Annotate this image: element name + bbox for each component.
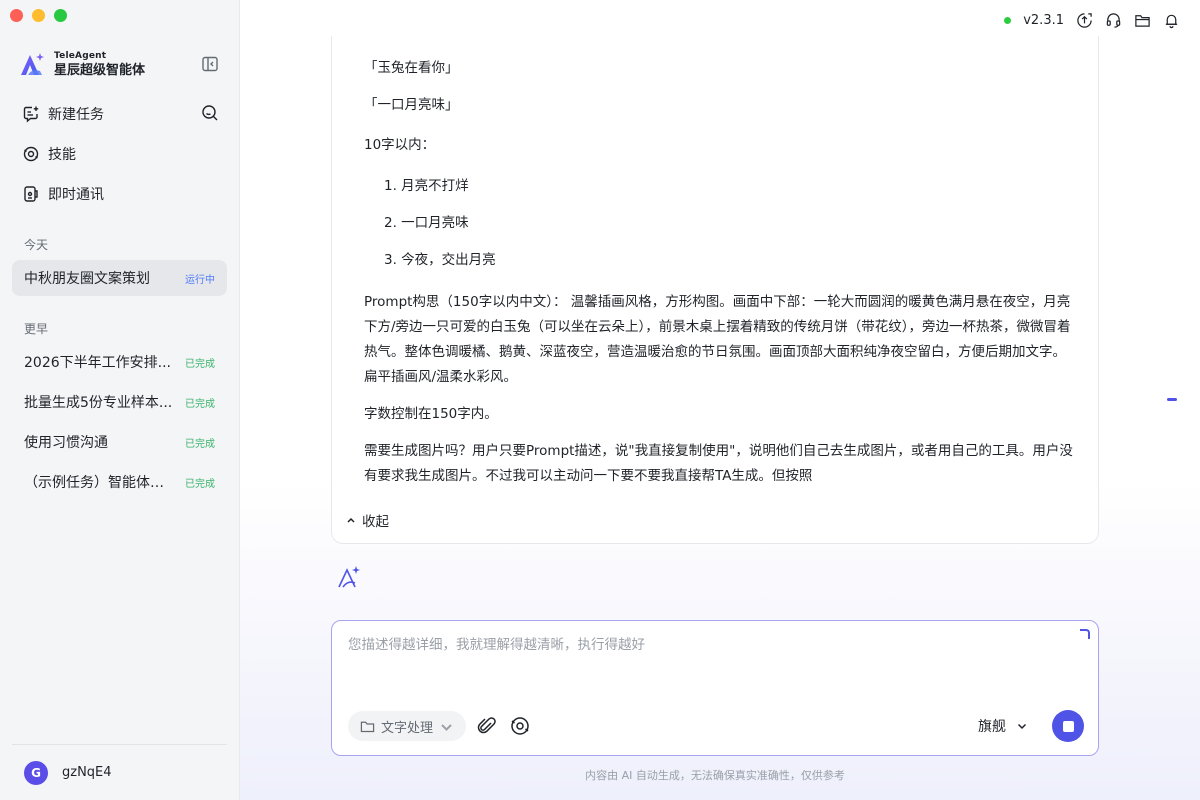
top-toolbar: v2.3.1 xyxy=(1004,10,1180,30)
today-section-label: 今天 xyxy=(24,238,49,252)
message-line: 「一口月亮味」 xyxy=(364,97,459,113)
user-profile[interactable]: G gzNqE4 xyxy=(12,744,227,800)
message-line: 「玉兔在看你」 xyxy=(364,60,459,76)
bell-icon[interactable] xyxy=(1163,12,1180,29)
collapse-label: 收起 xyxy=(362,514,389,530)
task-item[interactable]: 批量生成5份专业样本... 已完成 xyxy=(12,384,227,420)
model-label: 旗舰 xyxy=(978,719,1006,735)
brand-name: 星辰超级智能体 xyxy=(54,62,146,78)
task-name: 批量生成5份专业样本... xyxy=(24,395,173,411)
sidebar-item-label: 即时通讯 xyxy=(48,187,104,203)
composer: 您描述得越详细，我就理解得越清晰，执行得越好 文字处理 旗舰 xyxy=(331,620,1099,756)
maximize-window-button[interactable] xyxy=(54,9,67,22)
prompt-input[interactable]: 您描述得越详细，我就理解得越清晰，执行得越好 xyxy=(348,633,1068,653)
final-paragraph: 需要生成图片吗？用户只要Prompt描述，说"我直接复制使用"，说明他们自己去生… xyxy=(364,443,1073,484)
model-selector[interactable]: 旗舰 xyxy=(978,716,1028,736)
brand-logo: TeleAgent 星辰超级智能体 xyxy=(18,50,145,78)
stop-button[interactable] xyxy=(1052,710,1084,742)
message-line: 10字以内： xyxy=(364,137,436,153)
task-item[interactable]: （示例任务）智能体招... 已完成 xyxy=(12,464,227,500)
collapse-button[interactable]: 收起 xyxy=(346,510,389,530)
sidebar-item-label: 技能 xyxy=(48,147,76,163)
sidebar-collapse-icon[interactable] xyxy=(201,55,219,73)
task-name: 使用习惯沟通 xyxy=(24,435,108,451)
window-controls xyxy=(10,9,67,22)
tool-selector[interactable]: 文字处理 xyxy=(348,711,467,741)
tool-selector-label: 文字处理 xyxy=(381,720,434,736)
chevron-down-icon xyxy=(1017,723,1027,730)
sidebar: TeleAgent 星辰超级智能体 新建任务 技能 即时通讯 今天 中秋朋友圈文… xyxy=(0,0,240,800)
prompt-paragraph: Prompt构思（150字以内中文）： 温馨插画风格，方形构图。画面中下部：一轮… xyxy=(364,294,1071,385)
chevron-down-icon xyxy=(441,723,452,731)
main-area: v2.3.1 「玉兔在看你」 「一口月亮味」 10字以内： 1. 月亮不打烊 2… xyxy=(240,0,1200,800)
task-item-active[interactable]: 中秋朋友圈文案策划 运行中 xyxy=(12,260,227,296)
list-item: 1. 月亮不打烊 xyxy=(384,178,469,194)
task-item[interactable]: 使用习惯沟通 已完成 xyxy=(12,424,227,460)
reasoning-card: 「玉兔在看你」 「一口月亮味」 10字以内： 1. 月亮不打烊 2. 一口月亮味… xyxy=(331,36,1099,544)
skill-icon[interactable] xyxy=(509,715,531,737)
user-name: gzNqE4 xyxy=(62,765,112,780)
sidebar-item-skills[interactable]: 技能 xyxy=(22,144,76,164)
brand-name-small: TeleAgent xyxy=(54,50,107,61)
task-name: 中秋朋友圈文案策划 xyxy=(24,271,150,287)
connection-status-dot xyxy=(1004,16,1012,24)
expand-icon[interactable] xyxy=(1080,629,1090,639)
new-task-icon xyxy=(23,106,39,123)
disclaimer-text: 内容由 AI 自动生成，无法确保真实准确性，仅供参考 xyxy=(585,769,845,782)
status-badge: 已完成 xyxy=(185,438,215,450)
skill-icon xyxy=(23,146,39,162)
sidebar-item-label: 新建任务 xyxy=(48,107,104,123)
chat-icon xyxy=(24,186,38,202)
earlier-section-label: 更早 xyxy=(24,322,49,336)
chevron-up-icon xyxy=(347,517,355,523)
minimize-window-button[interactable] xyxy=(32,9,45,22)
status-badge: 已完成 xyxy=(185,358,215,370)
assistant-avatar-icon xyxy=(338,566,360,588)
status-badge: 运行中 xyxy=(185,274,215,286)
status-badge: 已完成 xyxy=(185,398,215,410)
list-item: 2. 一口月亮味 xyxy=(384,215,469,231)
message-line: 字数控制在150字内。 xyxy=(364,406,498,422)
task-name: （示例任务）智能体招... xyxy=(24,475,174,491)
status-badge: 已完成 xyxy=(185,478,215,490)
folder-icon[interactable] xyxy=(1134,12,1151,29)
upload-icon[interactable] xyxy=(1076,12,1093,29)
task-name: 2026下半年工作安排... xyxy=(24,355,171,371)
folder-icon xyxy=(360,721,375,732)
sidebar-item-im[interactable]: 即时通讯 xyxy=(22,184,104,204)
attachment-icon[interactable] xyxy=(476,715,498,737)
scroll-indicator[interactable] xyxy=(1167,398,1177,401)
stop-icon xyxy=(1062,720,1074,732)
sidebar-item-new-task[interactable]: 新建任务 xyxy=(22,104,104,124)
headset-icon[interactable] xyxy=(1105,12,1122,29)
brand-logo-icon xyxy=(21,53,44,75)
search-icon[interactable] xyxy=(201,104,219,122)
avatar: G xyxy=(24,760,48,785)
close-window-button[interactable] xyxy=(10,9,23,22)
list-item: 3. 今夜，交出月亮 xyxy=(384,252,496,268)
version-label: v2.3.1 xyxy=(1023,12,1064,28)
task-item[interactable]: 2026下半年工作安排... 已完成 xyxy=(12,344,227,380)
